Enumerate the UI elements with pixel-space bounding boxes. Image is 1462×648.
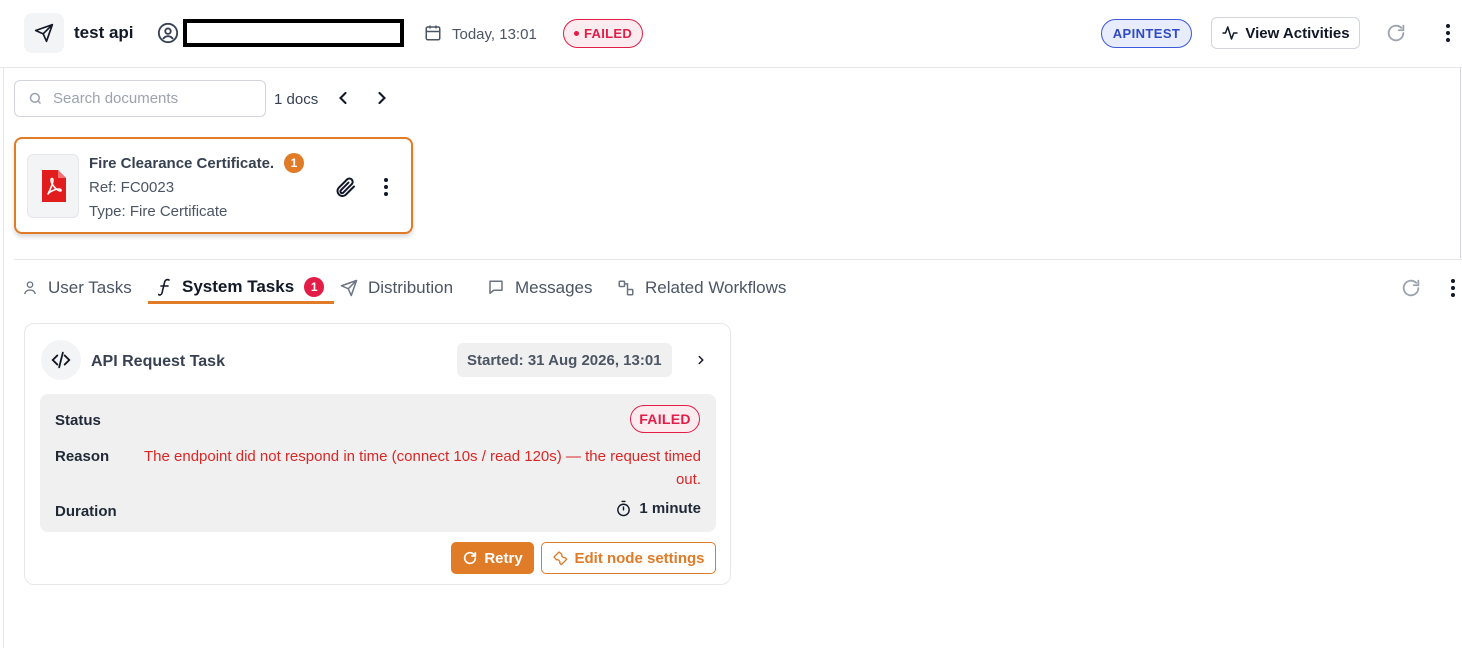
workflow-title: test api xyxy=(74,23,134,42)
system-task-card: API Request Task Started: 31 Aug 2026, 1… xyxy=(24,323,731,585)
documents-count: 1 docs xyxy=(274,91,319,108)
message-icon xyxy=(489,280,503,294)
tab-distribution[interactable]: Distribution xyxy=(340,272,453,304)
task-status-badge: FAILED xyxy=(630,405,700,433)
tasks-more-icon[interactable] xyxy=(1445,277,1461,304)
document-ref: Ref: FC0023 xyxy=(89,179,175,196)
refresh-tasks-icon[interactable] xyxy=(1400,277,1422,304)
wrench-icon xyxy=(553,551,568,566)
tab-distribution-label: Distribution xyxy=(368,278,454,297)
workflow-date: Today, 13:01 xyxy=(452,26,537,43)
search-documents-field[interactable] xyxy=(14,80,266,117)
tab-user-tasks-label: User Tasks xyxy=(48,278,132,297)
tab-related-workflows[interactable]: Related Workflows xyxy=(617,272,786,304)
user-icon xyxy=(24,281,36,295)
more-options-icon[interactable] xyxy=(1440,22,1456,49)
stopwatch-icon xyxy=(617,500,631,517)
workflow-tag-badge: APINTEST xyxy=(1101,19,1192,48)
pdf-file-icon xyxy=(27,154,79,218)
task-details-panel: Status FAILED Reason The endpoint did no… xyxy=(40,394,716,532)
search-documents-input[interactable] xyxy=(53,90,253,107)
edit-node-settings-button[interactable]: Edit node settings xyxy=(541,542,716,574)
workflow-status-badge: FAILED xyxy=(563,19,644,48)
send-icon xyxy=(24,13,64,53)
workflow-status-label: FAILED xyxy=(584,26,633,41)
document-more-icon[interactable] xyxy=(378,175,394,204)
tab-user-tasks[interactable]: User Tasks xyxy=(22,272,132,304)
left-edge-line xyxy=(3,68,4,648)
document-count-badge: 1 xyxy=(284,153,304,173)
tab-system-tasks[interactable]: System Tasks 1 xyxy=(148,272,335,304)
send-icon xyxy=(340,279,358,297)
code-icon xyxy=(41,340,81,380)
status-label: Status xyxy=(55,412,101,429)
retry-button[interactable]: Retry xyxy=(451,542,534,574)
tab-related-workflows-label: Related Workflows xyxy=(645,278,787,297)
redacted-user-name xyxy=(183,19,404,47)
refresh-icon xyxy=(464,551,477,565)
reason-label: Reason xyxy=(55,448,110,465)
duration-value: 1 minute xyxy=(639,500,701,517)
search-icon xyxy=(29,92,42,105)
right-edge-line xyxy=(1460,68,1461,258)
paperclip-icon[interactable] xyxy=(333,175,357,204)
section-divider xyxy=(14,259,1462,260)
workflow-icon xyxy=(618,280,634,296)
duration-label: Duration xyxy=(55,503,117,520)
chevron-left-icon[interactable] xyxy=(333,88,353,113)
workflow-header: test api Today, 13:01 FAILED APINTEST Vi… xyxy=(0,0,1462,68)
view-activities-label: View Activities xyxy=(1245,24,1350,42)
refresh-icon[interactable] xyxy=(1385,22,1407,49)
status-dot-icon xyxy=(574,31,579,36)
tab-messages[interactable]: Messages xyxy=(487,272,592,304)
calendar-icon xyxy=(424,24,442,47)
chevron-right-icon[interactable] xyxy=(694,352,708,373)
activity-icon xyxy=(1222,26,1238,40)
reason-text: The endpoint did not respond in time (co… xyxy=(144,448,701,488)
retry-label: Retry xyxy=(484,549,523,567)
view-activities-button[interactable]: View Activities xyxy=(1211,17,1360,49)
user-circle-icon xyxy=(157,22,179,49)
document-type: Type: Fire Certificate xyxy=(89,203,228,220)
tab-system-tasks-badge: 1 xyxy=(304,276,325,297)
function-icon xyxy=(158,278,170,296)
task-title: API Request Task xyxy=(91,353,225,370)
edit-node-settings-label: Edit node settings xyxy=(574,549,705,567)
document-name: Fire Clearance Certificate. xyxy=(89,155,275,172)
tab-messages-label: Messages xyxy=(515,278,593,297)
task-started-chip: Started: 31 Aug 2026, 13:01 xyxy=(457,343,672,377)
duration-value-row: 1 minute xyxy=(615,500,701,517)
document-card[interactable]: Fire Clearance Certificate. 1 Ref: FC002… xyxy=(14,137,413,234)
chevron-right-icon[interactable] xyxy=(372,88,392,113)
tab-system-tasks-label: System Tasks xyxy=(182,276,295,296)
